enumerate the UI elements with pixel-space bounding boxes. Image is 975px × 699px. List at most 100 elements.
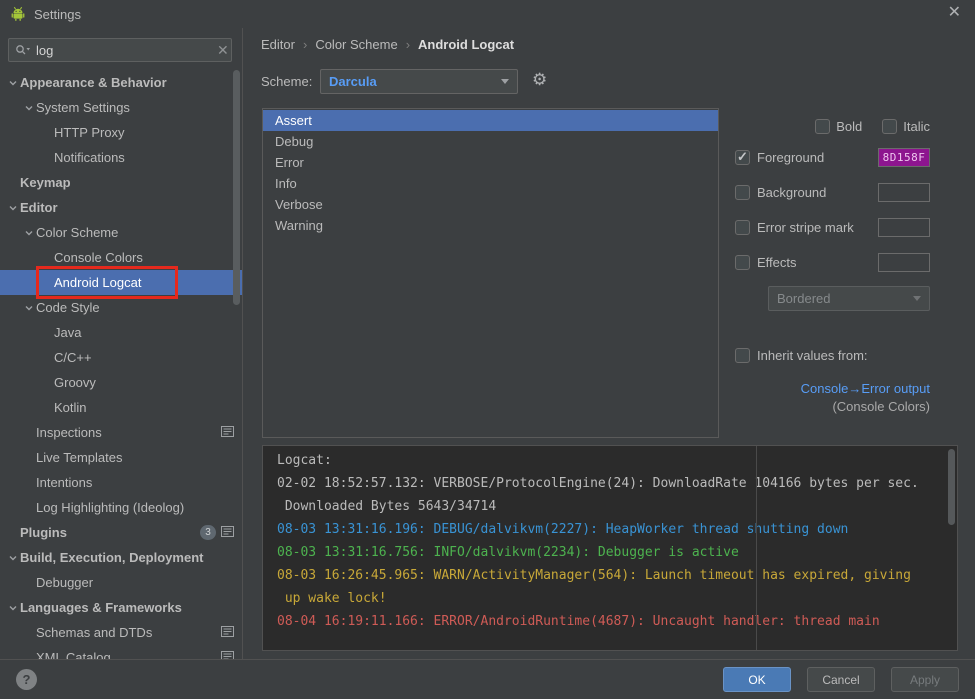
background-color-field[interactable]	[878, 183, 930, 202]
inherit-label: Inherit values from:	[757, 348, 868, 363]
token-item-warning[interactable]: Warning	[263, 215, 718, 236]
preview-scrollbar[interactable]	[948, 449, 955, 525]
token-item-verbose[interactable]: Verbose	[263, 194, 718, 215]
logcat-preview: Logcat: 02-02 18:52:57.132: VERBOSE/Proto…	[262, 445, 958, 651]
page-icon	[221, 425, 234, 440]
chevron-down-icon[interactable]	[6, 203, 20, 213]
sidebar-item-label: Debugger	[36, 575, 94, 590]
token-item-info[interactable]: Info	[263, 173, 718, 194]
sidebar-item-editor[interactable]: Editor	[0, 195, 242, 220]
background-checkbox[interactable]	[735, 185, 750, 200]
sidebar-item-debugger[interactable]: Debugger	[0, 570, 242, 595]
token-list: Assert Debug Error Info Verbose Warning	[262, 108, 719, 438]
sidebar-item-keymap[interactable]: Keymap	[0, 170, 242, 195]
font-style-row: Bold Italic	[735, 119, 930, 134]
sidebar-scrollbar[interactable]	[233, 70, 240, 305]
sidebar-item-label: Languages & Frameworks	[20, 600, 182, 615]
logcat-line: 08-03 13:31:16.756: INFO/dalvikvm(2234):…	[277, 545, 739, 560]
inherit-checkbox[interactable]	[735, 348, 750, 363]
page-icon	[221, 625, 234, 640]
sidebar-item-label: HTTP Proxy	[54, 125, 125, 140]
sidebar-item-label: Color Scheme	[36, 225, 119, 240]
error-stripe-checkbox[interactable]	[735, 220, 750, 235]
inherit-source-sub: (Console Colors)	[832, 399, 930, 414]
token-item-assert[interactable]: Assert	[263, 110, 718, 131]
sidebar-item-c-c[interactable]: C/C++	[0, 345, 242, 370]
effects-color-field[interactable]	[878, 253, 930, 272]
sidebar-item-label: System Settings	[36, 100, 130, 115]
foreground-color-field[interactable]: 8D158F	[878, 148, 930, 167]
breadcrumb-item-android-logcat: Android Logcat	[418, 37, 515, 52]
breadcrumb-item-color-scheme[interactable]: Color Scheme	[315, 37, 397, 52]
page-icon	[221, 650, 234, 659]
android-icon	[10, 6, 26, 22]
foreground-checkbox[interactable]	[735, 149, 750, 165]
cancel-button[interactable]: Cancel	[807, 667, 875, 692]
scheme-label: Scheme:	[261, 74, 313, 89]
inherit-source-link[interactable]: Console→Error output	[801, 381, 930, 396]
chevron-down-icon[interactable]	[22, 103, 36, 113]
error-stripe-color-field[interactable]	[878, 218, 930, 237]
logcat-line: 02-02 18:52:57.132: VERBOSE/ProtocolEngi…	[277, 476, 919, 491]
sidebar-item-log-highlighting-ideolog[interactable]: Log Highlighting (Ideolog)	[0, 495, 242, 520]
sidebar-item-plugins[interactable]: Plugins 3	[0, 520, 242, 545]
ok-button[interactable]: OK	[723, 667, 791, 692]
chevron-down-icon[interactable]	[6, 553, 20, 563]
scheme-select[interactable]: Darcula	[320, 69, 518, 94]
logcat-line: 08-04 16:19:11.166: ERROR/AndroidRuntime…	[277, 614, 880, 629]
bold-checkbox[interactable]	[815, 119, 831, 134]
chevron-down-icon[interactable]	[22, 228, 36, 238]
effects-checkbox[interactable]	[735, 255, 750, 270]
logcat-line: Logcat:	[277, 453, 332, 468]
sidebar-item-intentions[interactable]: Intentions	[0, 470, 242, 495]
sidebar-item-color-scheme[interactable]: Color Scheme	[0, 220, 242, 245]
token-item-debug[interactable]: Debug	[263, 131, 718, 152]
sidebar: ✕ Appearance & Behavior System Settings HT…	[0, 28, 243, 659]
clear-search-icon[interactable]: ✕	[217, 42, 229, 59]
logcat-line: 08-03 13:31:16.196: DEBUG/dalvikvm(2227)…	[277, 522, 849, 537]
sidebar-item-java[interactable]: Java	[0, 320, 242, 345]
search-icon	[15, 44, 31, 56]
apply-button[interactable]: Apply	[891, 667, 959, 692]
sidebar-item-build-execution-deployment[interactable]: Build, Execution, Deployment	[0, 545, 242, 570]
close-icon[interactable]: ✕	[948, 5, 961, 21]
italic-checkbox[interactable]	[882, 119, 898, 134]
chevron-down-icon[interactable]	[6, 78, 20, 88]
sidebar-item-system-settings[interactable]: System Settings	[0, 95, 242, 120]
sidebar-item-label: XML Catalog	[36, 650, 111, 659]
sidebar-item-kotlin[interactable]: Kotlin	[0, 395, 242, 420]
sidebar-item-inspections[interactable]: Inspections	[0, 420, 242, 445]
breadcrumb-separator: ›	[302, 37, 308, 52]
gear-icon[interactable]: ⚙	[532, 71, 547, 88]
effects-row: Effects	[735, 253, 930, 272]
sidebar-item-groovy[interactable]: Groovy	[0, 370, 242, 395]
sidebar-item-label: Plugins	[20, 525, 67, 540]
settings-tree: Appearance & Behavior System Settings HTTP…	[0, 70, 242, 659]
bold-label: Bold	[836, 119, 863, 134]
sidebar-item-xml-catalog[interactable]: XML Catalog	[0, 645, 242, 659]
chevron-down-icon[interactable]	[22, 303, 36, 313]
sidebar-item-label: Android Logcat	[54, 275, 142, 290]
token-item-error[interactable]: Error	[263, 152, 718, 173]
foreground-row: Foreground 8D158F	[735, 148, 930, 167]
background-row: Background	[735, 183, 930, 202]
sidebar-item-label: Notifications	[54, 150, 125, 165]
search-input[interactable]	[36, 42, 212, 58]
sidebar-item-code-style[interactable]: Code Style	[0, 295, 242, 320]
sidebar-item-notifications[interactable]: Notifications	[0, 145, 242, 170]
sidebar-item-android-logcat[interactable]: Android Logcat	[0, 270, 242, 295]
window-title: Settings	[34, 6, 81, 22]
help-icon[interactable]: ?	[16, 669, 37, 690]
sidebar-item-http-proxy[interactable]: HTTP Proxy	[0, 120, 242, 145]
chevron-down-icon[interactable]	[6, 603, 20, 613]
sidebar-item-appearance-behavior[interactable]: Appearance & Behavior	[0, 70, 242, 95]
sidebar-item-label: Editor	[20, 200, 58, 215]
sidebar-item-schemas-and-dtds[interactable]: Schemas and DTDs	[0, 620, 242, 645]
sidebar-item-label: Console Colors	[54, 250, 143, 265]
chevron-down-icon	[501, 79, 509, 84]
sidebar-item-live-templates[interactable]: Live Templates	[0, 445, 242, 470]
sidebar-item-languages-frameworks[interactable]: Languages & Frameworks	[0, 595, 242, 620]
breadcrumb-item-editor[interactable]: Editor	[261, 37, 295, 52]
sidebar-item-console-colors[interactable]: Console Colors	[0, 245, 242, 270]
effects-style-select[interactable]: Bordered	[768, 286, 930, 311]
